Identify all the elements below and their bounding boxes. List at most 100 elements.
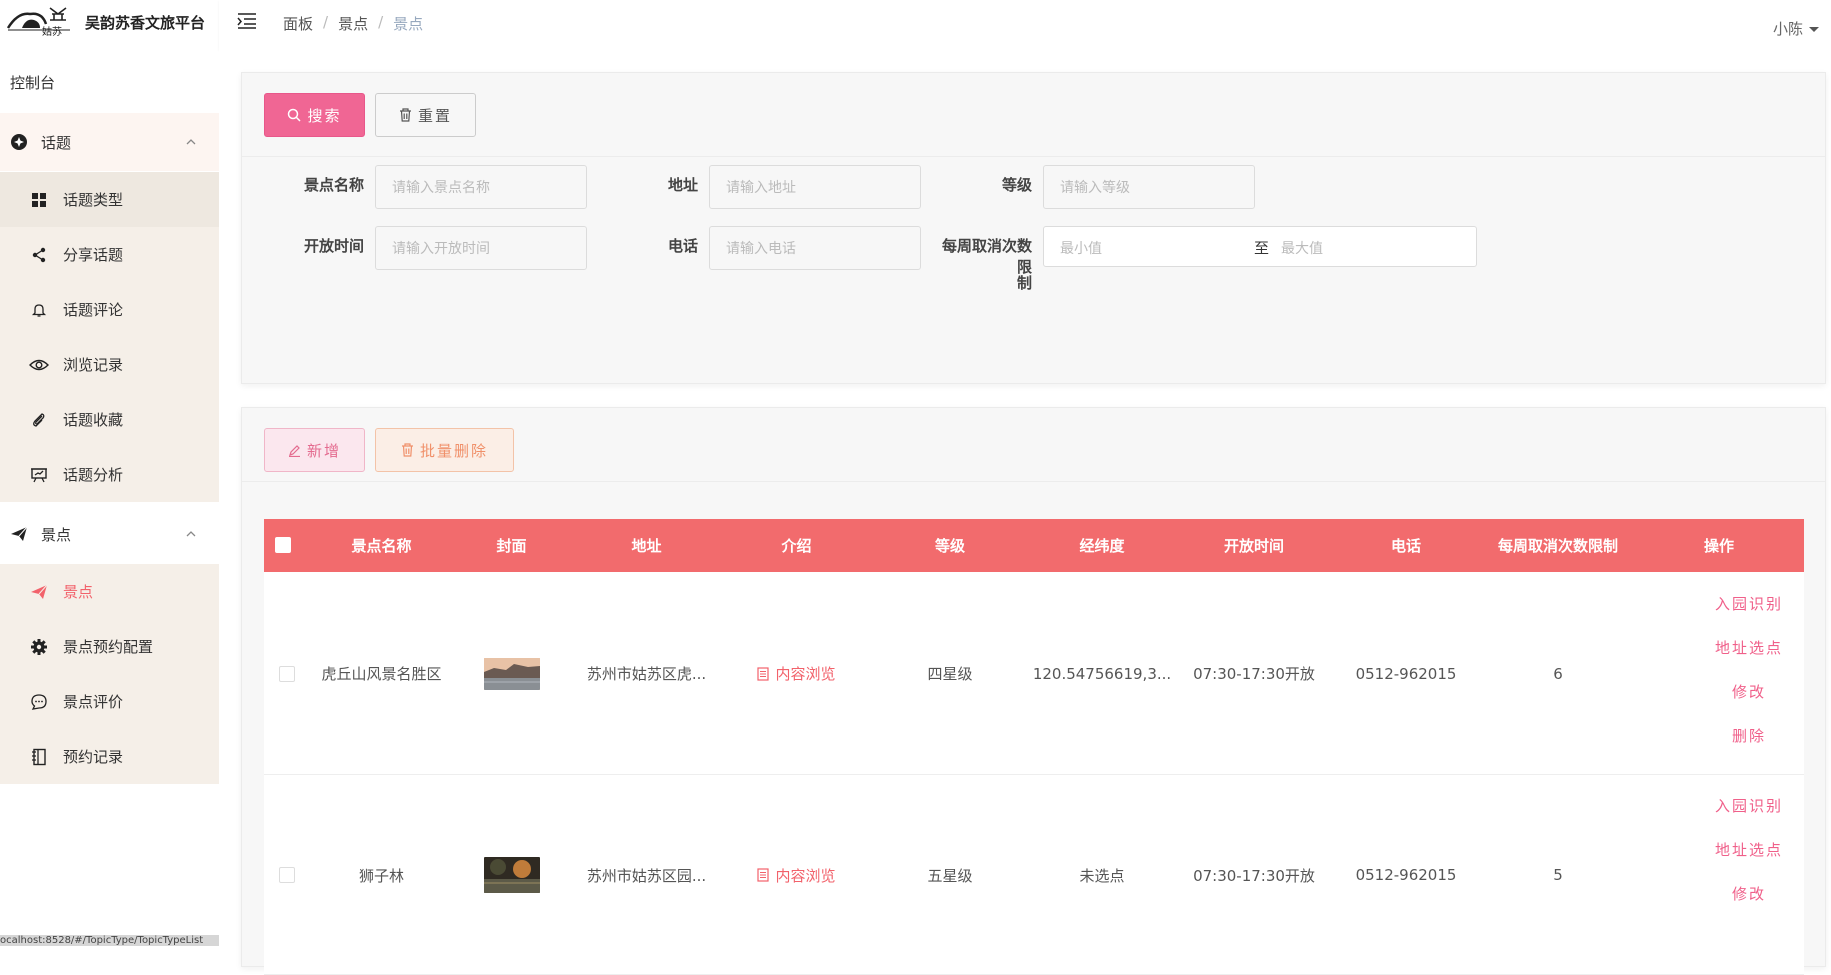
sidebar-item-topic-favorite[interactable]: 话题收藏 xyxy=(0,392,219,447)
cell-intro: 内容浏览 xyxy=(719,572,874,775)
select-all-checkbox[interactable] xyxy=(275,537,291,553)
col-header-coords: 经纬度 xyxy=(1079,537,1125,555)
edit-icon xyxy=(288,444,300,457)
sidebar-item-topic-comment[interactable]: 话题评论 xyxy=(0,282,219,337)
level-input[interactable]: 请输入等级 xyxy=(1043,165,1255,209)
intro-link[interactable]: 内容浏览 xyxy=(757,865,836,886)
col-header-address: 地址 xyxy=(631,537,662,555)
cell-address: 苏州市姑苏区园... xyxy=(586,866,707,885)
address-pick-link[interactable]: 地址选点 xyxy=(1715,625,1783,669)
level-label: 等级 xyxy=(1001,176,1032,194)
cell-level: 五星级 xyxy=(927,866,973,885)
reset-button-label: 重置 xyxy=(417,106,452,125)
breadcrumb-separator: / xyxy=(378,13,384,31)
sidebar-item-label: 话题收藏 xyxy=(63,411,124,429)
max-value-input[interactable]: 最大值 xyxy=(1281,238,1323,258)
chevron-up-icon xyxy=(186,139,196,145)
entry-recognition-link[interactable]: 入园识别 xyxy=(1715,581,1783,625)
trash-icon xyxy=(399,108,411,122)
paper-plane-icon xyxy=(29,582,49,602)
table-row: 虎丘山风景名胜区 苏州市姑苏区虎... 内容浏览 四星级 120.5475661… xyxy=(264,572,1804,775)
cell-open-time: 07:30-17:30开放 xyxy=(1193,866,1315,885)
col-header-cover: 封面 xyxy=(496,537,527,555)
sidebar-console[interactable]: 控制台 xyxy=(10,72,55,93)
batch-delete-button[interactable]: 批量删除 xyxy=(375,428,514,472)
breadcrumb-item[interactable]: 面板 xyxy=(283,13,313,34)
entry-recognition-link[interactable]: 入园识别 xyxy=(1715,783,1783,827)
row-actions: 入园识别 地址选点 修改 xyxy=(1694,783,1804,915)
open-time-input[interactable]: 请输入开放时间 xyxy=(375,226,587,270)
submenu-spot: 景点 景点预约配置 景点评价 预约记录 xyxy=(0,564,219,784)
col-header-intro: 介绍 xyxy=(781,537,812,555)
delete-link[interactable]: 删除 xyxy=(1732,713,1766,757)
user-menu[interactable]: 小陈 xyxy=(1773,18,1819,39)
cell-intro: 内容浏览 xyxy=(719,775,874,975)
divider xyxy=(242,481,1825,482)
paper-plane-icon xyxy=(9,524,29,544)
sidebar-item-topic-analysis[interactable]: 话题分析 xyxy=(0,447,219,502)
sidebar-item-spot-review[interactable]: 景点评价 xyxy=(0,674,219,729)
name-label: 景点名称 xyxy=(303,176,364,194)
sidebar-item-spot-booking-config[interactable]: 景点预约配置 xyxy=(0,619,219,674)
logo-icon: 姑苏 xyxy=(6,7,70,38)
address-input[interactable]: 请输入地址 xyxy=(709,165,921,209)
edit-link[interactable]: 修改 xyxy=(1732,669,1766,713)
chat-icon xyxy=(29,692,49,712)
sidebar-item-share-topic[interactable]: 分享话题 xyxy=(0,227,219,282)
status-bar-url: ocalhost:8528/#/TopicType/TopicTypeList xyxy=(0,935,219,946)
document-icon xyxy=(757,868,770,882)
menu-toggle-icon[interactable] xyxy=(237,12,257,30)
phone-input[interactable]: 请输入电话 xyxy=(709,226,921,270)
menu-group-spot[interactable]: 景点 xyxy=(0,505,219,563)
sidebar-item-label: 预约记录 xyxy=(63,748,124,766)
menu-group-topic[interactable]: 话题 xyxy=(0,113,219,171)
document-icon xyxy=(757,666,770,681)
reset-button[interactable]: 重置 xyxy=(375,93,476,137)
breadcrumb-item[interactable]: 景点 xyxy=(338,13,368,34)
sidebar-item-label: 话题评论 xyxy=(63,301,124,319)
cancel-limit-range: 最小值 至 最大值 xyxy=(1043,226,1477,267)
cell-cover[interactable] xyxy=(449,775,574,975)
menu-group-label: 景点 xyxy=(41,525,72,544)
name-input[interactable]: 请输入景点名称 xyxy=(375,165,587,209)
phone-label: 电话 xyxy=(667,237,698,255)
sidebar-item-spot[interactable]: 景点 xyxy=(0,564,219,619)
divider xyxy=(242,156,1825,157)
sidebar-item-booking-record[interactable]: 预约记录 xyxy=(0,729,219,784)
compass-icon xyxy=(9,132,29,152)
main-content: 搜索 重置 景点名称 请输入景点名称 地址 请输入地址 等级 请输入等级 开放时… xyxy=(219,50,1831,975)
cover-image[interactable] xyxy=(483,857,540,893)
cell-cover[interactable] xyxy=(449,572,574,775)
app-title: 吴韵苏香文旅平台 xyxy=(85,14,206,32)
sidebar-item-browse-history[interactable]: 浏览记录 xyxy=(0,337,219,392)
intro-link-label: 内容浏览 xyxy=(775,665,836,683)
row-checkbox[interactable] xyxy=(279,666,295,682)
gear-icon xyxy=(29,637,49,657)
col-header-cancel-limit: 每周取消次数限制 xyxy=(1497,537,1618,555)
caret-down-icon xyxy=(1809,27,1819,32)
intro-link[interactable]: 内容浏览 xyxy=(757,663,836,684)
edit-link[interactable]: 修改 xyxy=(1732,871,1766,915)
address-pick-link[interactable]: 地址选点 xyxy=(1715,827,1783,871)
sidebar-item-label: 分享话题 xyxy=(63,246,124,264)
range-separator: 至 xyxy=(1254,239,1270,257)
row-checkbox[interactable] xyxy=(279,867,295,883)
search-button[interactable]: 搜索 xyxy=(264,93,365,137)
cell-cancel-limit: 6 xyxy=(1553,664,1563,683)
bell-icon xyxy=(29,300,49,320)
sidebar-item-topic-type[interactable]: 话题类型 xyxy=(0,172,219,227)
breadcrumb: 面板 / 景点 / 景点 xyxy=(283,13,423,34)
cancel-limit-label: 每周取消次数限 xyxy=(941,237,1032,276)
add-button[interactable]: 新增 xyxy=(264,428,365,472)
cell-phone: 0512-962015 xyxy=(1355,664,1457,683)
sidebar-item-label: 浏览记录 xyxy=(63,356,124,374)
sidebar-item-label: 景点预约配置 xyxy=(63,638,154,656)
col-header-phone: 电话 xyxy=(1390,537,1421,555)
trash-icon xyxy=(401,443,413,457)
min-value-input[interactable]: 最小值 xyxy=(1060,238,1102,258)
cover-image[interactable] xyxy=(483,657,540,690)
notebook-icon xyxy=(29,747,49,767)
paperclip-icon xyxy=(29,410,49,430)
sidebar: 姑苏 吴韵苏香文旅平台 控制台 话题 话题类型 分享话题 话题评论 浏览记录 话… xyxy=(0,0,219,946)
table-panel: 新增 批量删除 景点名称 封面 地址 介绍 等级 经纬度 开放时间 电话 每周取… xyxy=(241,407,1826,975)
